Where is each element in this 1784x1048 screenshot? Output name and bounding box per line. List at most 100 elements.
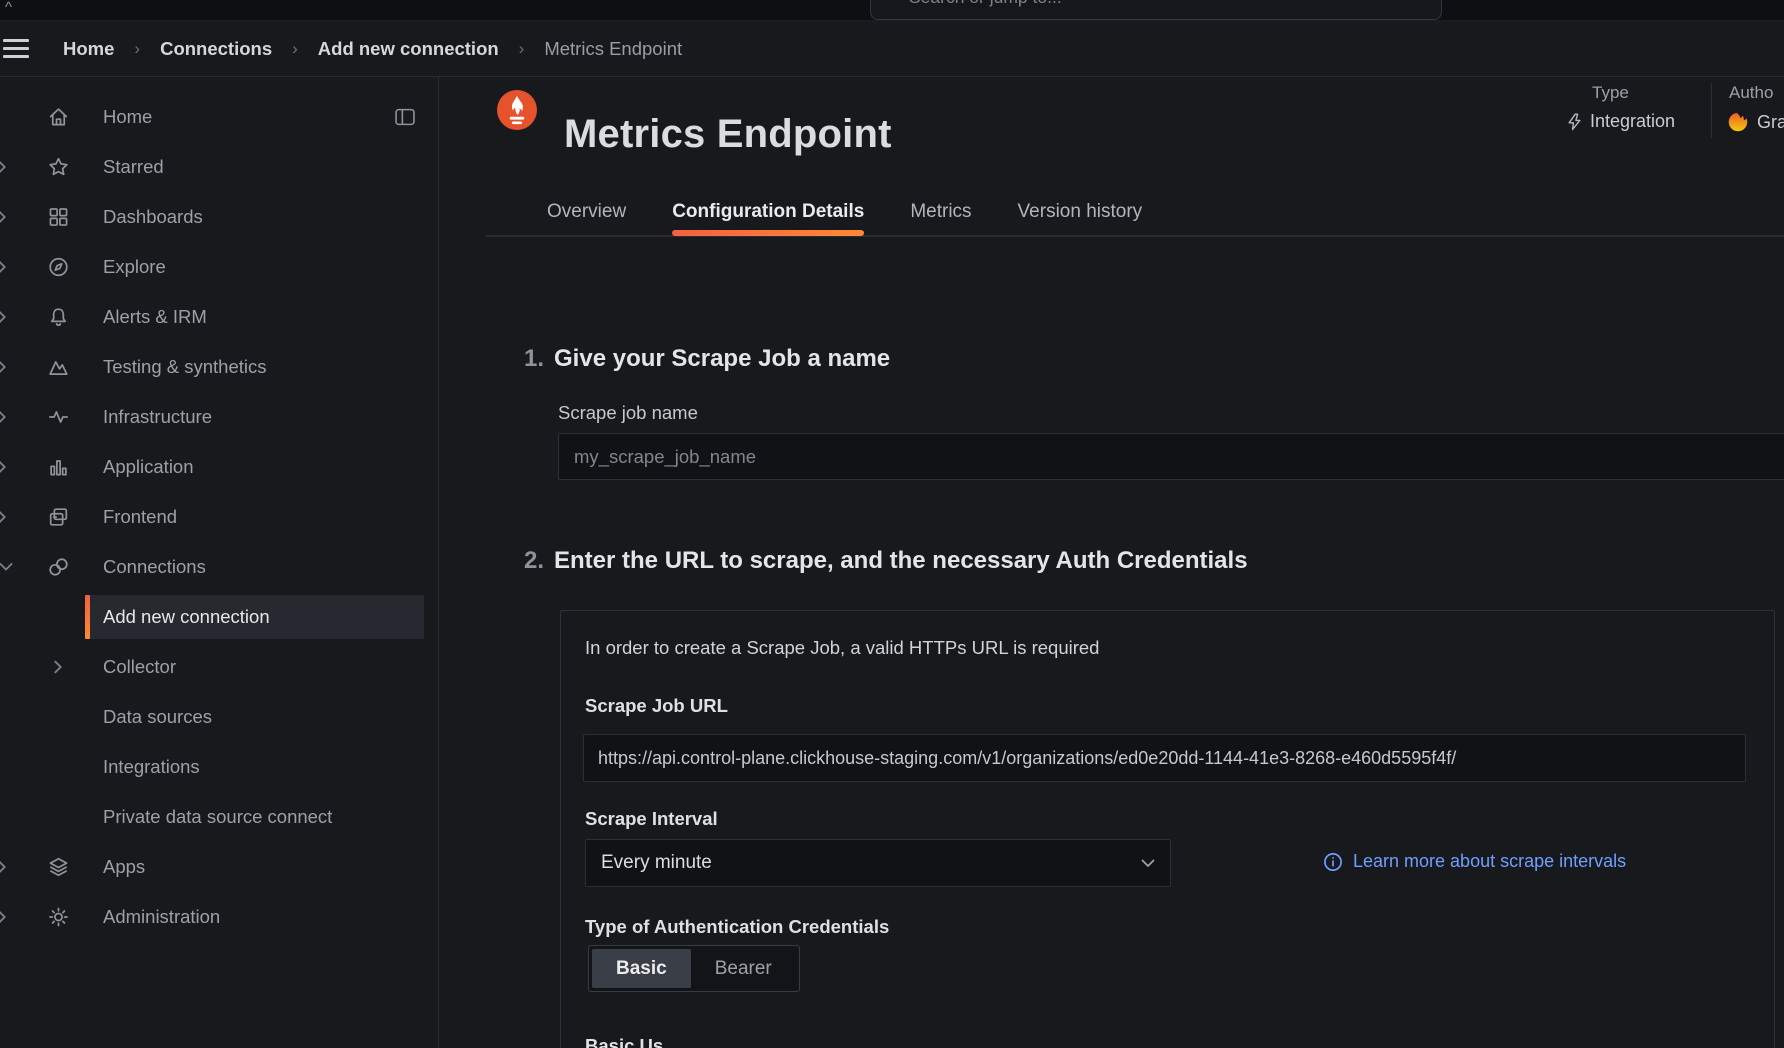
sidebar-item-integrations[interactable]: Integrations: [0, 742, 438, 792]
chevron-right-icon[interactable]: [53, 660, 63, 675]
breadcrumb-separator: ›: [292, 39, 298, 59]
author-label: Autho: [1729, 83, 1784, 103]
sidebar: Home Starred Dashboards Explore Alerts & IRM…: [0, 77, 439, 1048]
author-value: Gra: [1757, 112, 1784, 133]
tab-configuration-details[interactable]: Configuration Details: [672, 187, 864, 236]
sidebar-item-administration[interactable]: Administration: [0, 892, 438, 942]
basic-username-label-clipped: Basic Us: [585, 1035, 663, 1048]
chevron-right-icon[interactable]: [0, 310, 7, 325]
chevron-right-icon[interactable]: [0, 910, 7, 925]
section-1-number: 1.: [524, 345, 544, 373]
chevron-right-icon[interactable]: [0, 510, 7, 525]
scrape-interval-select[interactable]: Every minute: [585, 839, 1171, 887]
breadcrumb-add-new-connection[interactable]: Add new connection: [318, 38, 499, 60]
sidebar-item-frontend[interactable]: Frontend: [0, 492, 438, 542]
chevron-right-icon[interactable]: [0, 860, 7, 875]
dock-menu-icon[interactable]: [395, 108, 415, 126]
breadcrumb-separator: ›: [519, 39, 525, 59]
scrape-job-name-input[interactable]: [558, 433, 1784, 480]
sidebar-item-label: Infrastructure: [103, 406, 212, 428]
sidebar-item-dashboards[interactable]: Dashboards: [0, 192, 438, 242]
meta-author: Autho Gra: [1727, 83, 1784, 133]
tab-bar: Overview Configuration Details Metrics Vers…: [547, 187, 1142, 236]
top-strip: ^: [0, 0, 1784, 21]
sidebar-item-label: Testing & synthetics: [103, 356, 267, 378]
section-2-number: 2.: [524, 547, 544, 575]
grafana-logo-icon: [1727, 111, 1749, 133]
tab-divider: [486, 235, 1784, 237]
section-2-title: Enter the URL to scrape, and the necessa…: [554, 547, 1248, 575]
sidebar-item-application[interactable]: Application: [0, 442, 438, 492]
bolt-icon: [1567, 113, 1582, 131]
sidebar-item-label: Starred: [103, 156, 164, 178]
scrape-intervals-link[interactable]: Learn more about scrape intervals: [1323, 851, 1626, 872]
auth-type-label: Type of Authentication Credentials: [585, 916, 889, 938]
global-search[interactable]: [870, 0, 1442, 20]
sidebar-item-label: Home: [103, 106, 152, 128]
bars-icon: [47, 456, 70, 479]
sidebar-item-private-data-source-connect[interactable]: Private data source connect: [0, 792, 438, 842]
scrape-intervals-link-text: Learn more about scrape intervals: [1353, 851, 1626, 872]
sidebar-item-label: Application: [103, 456, 194, 478]
sidebar-item-infrastructure[interactable]: Infrastructure: [0, 392, 438, 442]
sidebar-item-connections[interactable]: Connections: [0, 542, 438, 592]
sidebar-item-label: Add new connection: [103, 606, 270, 628]
auth-option-bearer[interactable]: Bearer: [691, 949, 796, 988]
sidebar-item-apps[interactable]: Apps: [0, 842, 438, 892]
chevron-right-icon[interactable]: [0, 210, 7, 225]
links-icon: [47, 556, 70, 579]
main-content: Metrics Endpoint Type Integration Autho: [439, 77, 1784, 1048]
chevron-right-icon[interactable]: [0, 260, 7, 275]
strip-divider: [0, 20, 1784, 21]
breadcrumb-bar: Home›Connections›Add new connection›Metr…: [0, 21, 1784, 77]
sidebar-item-starred[interactable]: Starred: [0, 142, 438, 192]
sidebar-item-label: Apps: [103, 856, 145, 878]
meta-type: Type Integration: [1567, 83, 1675, 132]
breadcrumb-connections[interactable]: Connections: [160, 38, 272, 60]
scrape-job-url-input[interactable]: [583, 734, 1746, 782]
section-1-heading: 1. Give your Scrape Job a name: [524, 345, 890, 373]
auth-config-panel: In order to create a Scrape Job, a valid…: [560, 610, 1775, 1048]
meta-divider: [1711, 83, 1712, 138]
auth-type-toggle: BasicBearer: [588, 945, 800, 992]
chevron-right-icon[interactable]: [0, 160, 7, 175]
chevron-down-icon[interactable]: [0, 562, 13, 572]
sidebar-item-label: Integrations: [103, 756, 200, 778]
tab-metrics[interactable]: Metrics: [910, 187, 971, 236]
section-2-heading: 2. Enter the URL to scrape, and the nece…: [524, 547, 1248, 575]
sidebar-item-label: Data sources: [103, 706, 212, 728]
chevron-right-icon[interactable]: [0, 460, 7, 475]
sidebar-item-add-new-connection[interactable]: Add new connection: [0, 592, 438, 642]
breadcrumb-metrics-endpoint: Metrics Endpoint: [544, 38, 682, 60]
menu-icon[interactable]: [3, 34, 37, 64]
breadcrumb: Home›Connections›Add new connection›Metr…: [63, 38, 682, 60]
breadcrumb-home[interactable]: Home: [63, 38, 114, 60]
section-1-title: Give your Scrape Job a name: [554, 345, 890, 373]
sidebar-nav: Home Starred Dashboards Explore Alerts & IRM…: [0, 92, 438, 942]
sidebar-item-data-sources[interactable]: Data sources: [0, 692, 438, 742]
sidebar-item-home[interactable]: Home: [0, 92, 438, 142]
info-icon: [1323, 852, 1343, 872]
sidebar-item-collector[interactable]: Collector: [0, 642, 438, 692]
chevron-right-icon[interactable]: [0, 360, 7, 375]
sidebar-item-explore[interactable]: Explore: [0, 242, 438, 292]
caret-glyph: ^: [5, 0, 12, 15]
auth-option-basic[interactable]: Basic: [592, 949, 691, 988]
sidebar-item-label: Connections: [103, 556, 206, 578]
sidebar-item-label: Explore: [103, 256, 166, 278]
search-input[interactable]: [907, 0, 1387, 9]
tab-version-history[interactable]: Version history: [1018, 187, 1143, 236]
panel-intro-text: In order to create a Scrape Job, a valid…: [585, 637, 1099, 659]
chevron-right-icon[interactable]: [0, 410, 7, 425]
sidebar-item-alerts-irm[interactable]: Alerts & IRM: [0, 292, 438, 342]
sidebar-item-label: Administration: [103, 906, 220, 928]
scrape-job-url-label: Scrape Job URL: [585, 695, 728, 717]
grid-icon: [47, 206, 70, 229]
chevron-down-icon: [1141, 859, 1155, 868]
tab-overview[interactable]: Overview: [547, 187, 626, 236]
pulse-icon: [47, 406, 70, 429]
home-icon: [47, 106, 70, 129]
sidebar-item-testing-synthetics[interactable]: Testing & synthetics: [0, 342, 438, 392]
sidebar-item-label: Dashboards: [103, 206, 203, 228]
compass-icon: [47, 256, 70, 279]
